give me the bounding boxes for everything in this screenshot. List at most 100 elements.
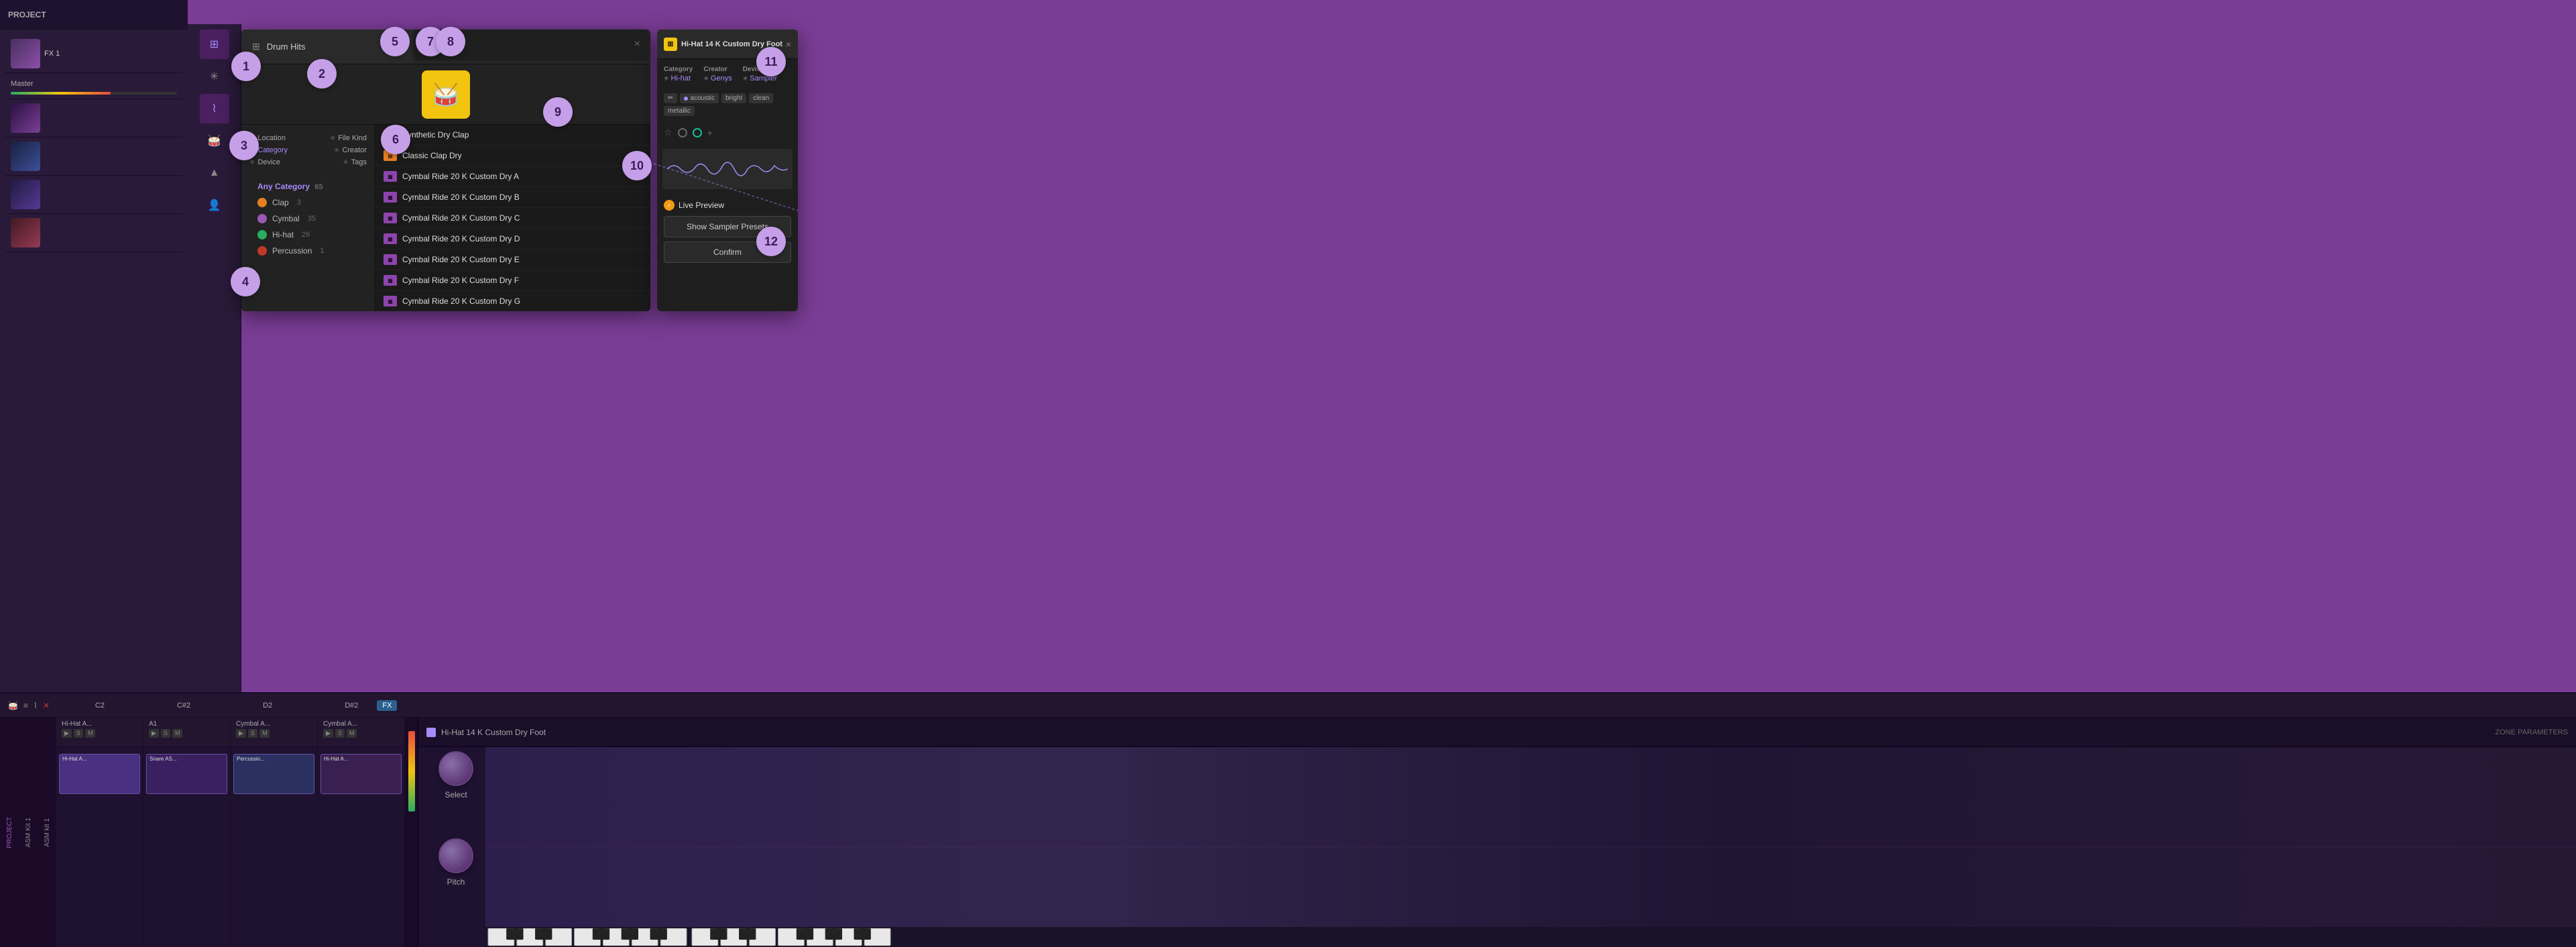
- fx1-label: FX 1: [44, 50, 60, 58]
- asterisk-icon-4: ✳: [334, 147, 339, 154]
- track-3-s-btn[interactable]: S: [248, 729, 257, 738]
- toolbar-drum-icon: 🥁: [8, 701, 18, 710]
- drum-icon-large: 🥁: [422, 70, 470, 119]
- filter-tags[interactable]: ✳ Tags: [343, 158, 367, 166]
- annotation-5: 5: [380, 27, 410, 56]
- track-1-play-btn[interactable]: ▶: [62, 729, 72, 738]
- tag-pencil-icon: ✏: [664, 93, 677, 103]
- filter-creator-label: Creator: [342, 146, 367, 154]
- tag-acoustic: acoustic: [680, 93, 719, 103]
- filter-row-1: ✳ Location ✳ File Kind: [249, 134, 367, 142]
- result-item-2[interactable]: ▤ Classic Clap Dry ⭐●: [375, 146, 650, 166]
- track-col-2: A1 ▶ S M Snare AS...: [143, 718, 231, 947]
- result-item-9[interactable]: ▦ Cymbal Ride 20 K Custom Dry G: [375, 291, 650, 311]
- result-icon-6: ▦: [384, 233, 397, 244]
- filter-row-3: ✳ Device ✳ Tags: [249, 158, 367, 166]
- search-input[interactable]: [441, 40, 629, 50]
- browser-filter-panel: ✳ Location ✳ File Kind ✳ Category ✳: [241, 125, 375, 311]
- level-bar: [11, 92, 177, 95]
- track-block-3-name: Percussio...: [237, 756, 265, 762]
- track-list-item-4[interactable]: [5, 214, 182, 252]
- piano-roll-area: Hi-Hat 14 K Custom Dry Foot ZONE PARAMET…: [418, 718, 2576, 947]
- category-hihat[interactable]: Hi-hat 26: [241, 227, 375, 243]
- track-list-item-3[interactable]: [5, 176, 182, 214]
- select-knob[interactable]: [438, 751, 473, 786]
- track-1-s-btn[interactable]: S: [74, 729, 83, 738]
- fx-button[interactable]: FX: [377, 700, 397, 711]
- add-btn[interactable]: +: [707, 127, 713, 138]
- result-item-6[interactable]: ▦ Cymbal Ride 20 K Custom Dry D: [375, 229, 650, 249]
- track-2-m-btn[interactable]: M: [172, 729, 183, 738]
- asterisk-icon-5: ✳: [249, 159, 255, 166]
- track-list-item-1[interactable]: [5, 99, 182, 137]
- result-item-1[interactable]: ▤ Synthetic Dry Clap: [375, 125, 650, 146]
- circle-btn-1[interactable]: [678, 128, 687, 137]
- sidebar-btn-grid[interactable]: ⊞: [200, 30, 229, 59]
- category-percussion[interactable]: Percussion 1: [241, 243, 375, 259]
- track-1-m-btn[interactable]: M: [85, 729, 96, 738]
- result-item-4[interactable]: ▦ Cymbal Ride 20 K Custom Dry B: [375, 187, 650, 208]
- pitch-knob[interactable]: [438, 838, 473, 873]
- filter-creator[interactable]: ✳ Creator: [334, 146, 367, 154]
- filter-filekind[interactable]: ✳ File Kind: [330, 134, 367, 142]
- sidebar-btn-wave[interactable]: ⌇: [200, 94, 229, 123]
- result-name-5: Cymbal Ride 20 K Custom Dry C: [402, 213, 642, 223]
- result-name-8: Cymbal Ride 20 K Custom Dry F: [402, 276, 642, 285]
- browser-results: ▤ Synthetic Dry Clap ▤ Classic Clap Dry …: [375, 125, 650, 311]
- meta-category-value: ✳ Hi-hat: [664, 74, 693, 82]
- daw-toolbar: 🥁 ≡ ⌇ ✕ C2 C#2 D2 D#2 FX: [0, 693, 2576, 718]
- clap-dot: [257, 198, 267, 207]
- track-thumb-1: [11, 103, 40, 133]
- meta-category-label: Category: [664, 66, 693, 73]
- sidebar-btn-user[interactable]: 👤: [200, 190, 229, 220]
- track-3-m-btn[interactable]: M: [259, 729, 270, 738]
- result-item-3[interactable]: ▦ Cymbal Ride 20 K Custom Dry A: [375, 166, 650, 187]
- track-3-play-btn[interactable]: ▶: [236, 729, 246, 738]
- circle-btn-2[interactable]: [693, 128, 702, 137]
- track-4-s-btn[interactable]: S: [335, 729, 345, 738]
- favorite-star-btn[interactable]: ☆: [664, 127, 672, 138]
- search-close-icon[interactable]: ×: [634, 38, 640, 50]
- category-clap[interactable]: Clap 3: [241, 194, 375, 211]
- track-col-2-header: A1 ▶ S M: [143, 718, 230, 747]
- daw-main-content: PROJECT ASM Kit 1 ASM kit 1 Hi-Hat A... …: [0, 718, 2576, 947]
- any-category-count: 65: [314, 183, 323, 191]
- meta-creator-value: ✳ Genys: [703, 74, 731, 82]
- track-col-2-controls: ▶ S M: [149, 729, 225, 738]
- filter-tags-label: Tags: [351, 158, 367, 166]
- sidebar-btn-arrow[interactable]: ▲: [200, 158, 229, 188]
- any-category-item[interactable]: Any Category 65: [241, 178, 375, 194]
- track-col-4-name: Cymbal A...: [323, 720, 399, 728]
- detail-tags-area: ✏ acoustic bright clean metallic: [657, 93, 798, 121]
- track-list-item-2[interactable]: [5, 137, 182, 176]
- detail-actions: ☆ +: [657, 121, 798, 144]
- track-2-s-btn[interactable]: S: [161, 729, 170, 738]
- track-list-item-fx1[interactable]: FX 1: [5, 35, 182, 73]
- sidebar-btn-asterisk[interactable]: ✳: [200, 62, 229, 91]
- track-4-play-btn[interactable]: ▶: [323, 729, 333, 738]
- select-knob-area: Select: [438, 751, 473, 799]
- result-item-8[interactable]: ▦ Cymbal Ride 20 K Custom Dry F: [375, 270, 650, 291]
- track-block-4: Hi-Hat A...: [320, 754, 402, 794]
- category-cymbal[interactable]: Cymbal 35: [241, 211, 375, 227]
- asm-kit-label-1: ASM Kit 1: [19, 718, 38, 947]
- pitch-label: Pitch: [447, 877, 465, 887]
- track-2-play-btn[interactable]: ▶: [149, 729, 159, 738]
- tag-bright: bright: [721, 93, 746, 103]
- asm-label-2: ASM kit 1: [44, 818, 51, 847]
- result-name-3: Cymbal Ride 20 K Custom Dry A: [402, 172, 642, 181]
- result-item-7[interactable]: ▦ Cymbal Ride 20 K Custom Dry E: [375, 249, 650, 270]
- toolbar-x-icon[interactable]: ✕: [43, 701, 50, 710]
- detail-close-btn[interactable]: ×: [786, 39, 791, 50]
- track-col-3-body: Percussio...: [231, 747, 317, 947]
- percussion-dot: [257, 246, 267, 256]
- master-track: Master: [5, 73, 182, 99]
- sidebar-btn-drum[interactable]: 🥁: [200, 126, 229, 156]
- browser-panel: ⊞ Drum Hits ☆ 🥁 ✳ Location ✳ File Kind: [241, 30, 650, 311]
- vertical-labels-area: PROJECT: [0, 718, 19, 947]
- result-item-5[interactable]: ▦ Cymbal Ride 20 K Custom Dry C: [375, 208, 650, 229]
- piano-svg: [485, 747, 2576, 947]
- filter-device[interactable]: ✳ Device: [249, 158, 280, 166]
- track-col-3-name: Cymbal A...: [236, 720, 312, 728]
- track-4-m-btn[interactable]: M: [347, 729, 357, 738]
